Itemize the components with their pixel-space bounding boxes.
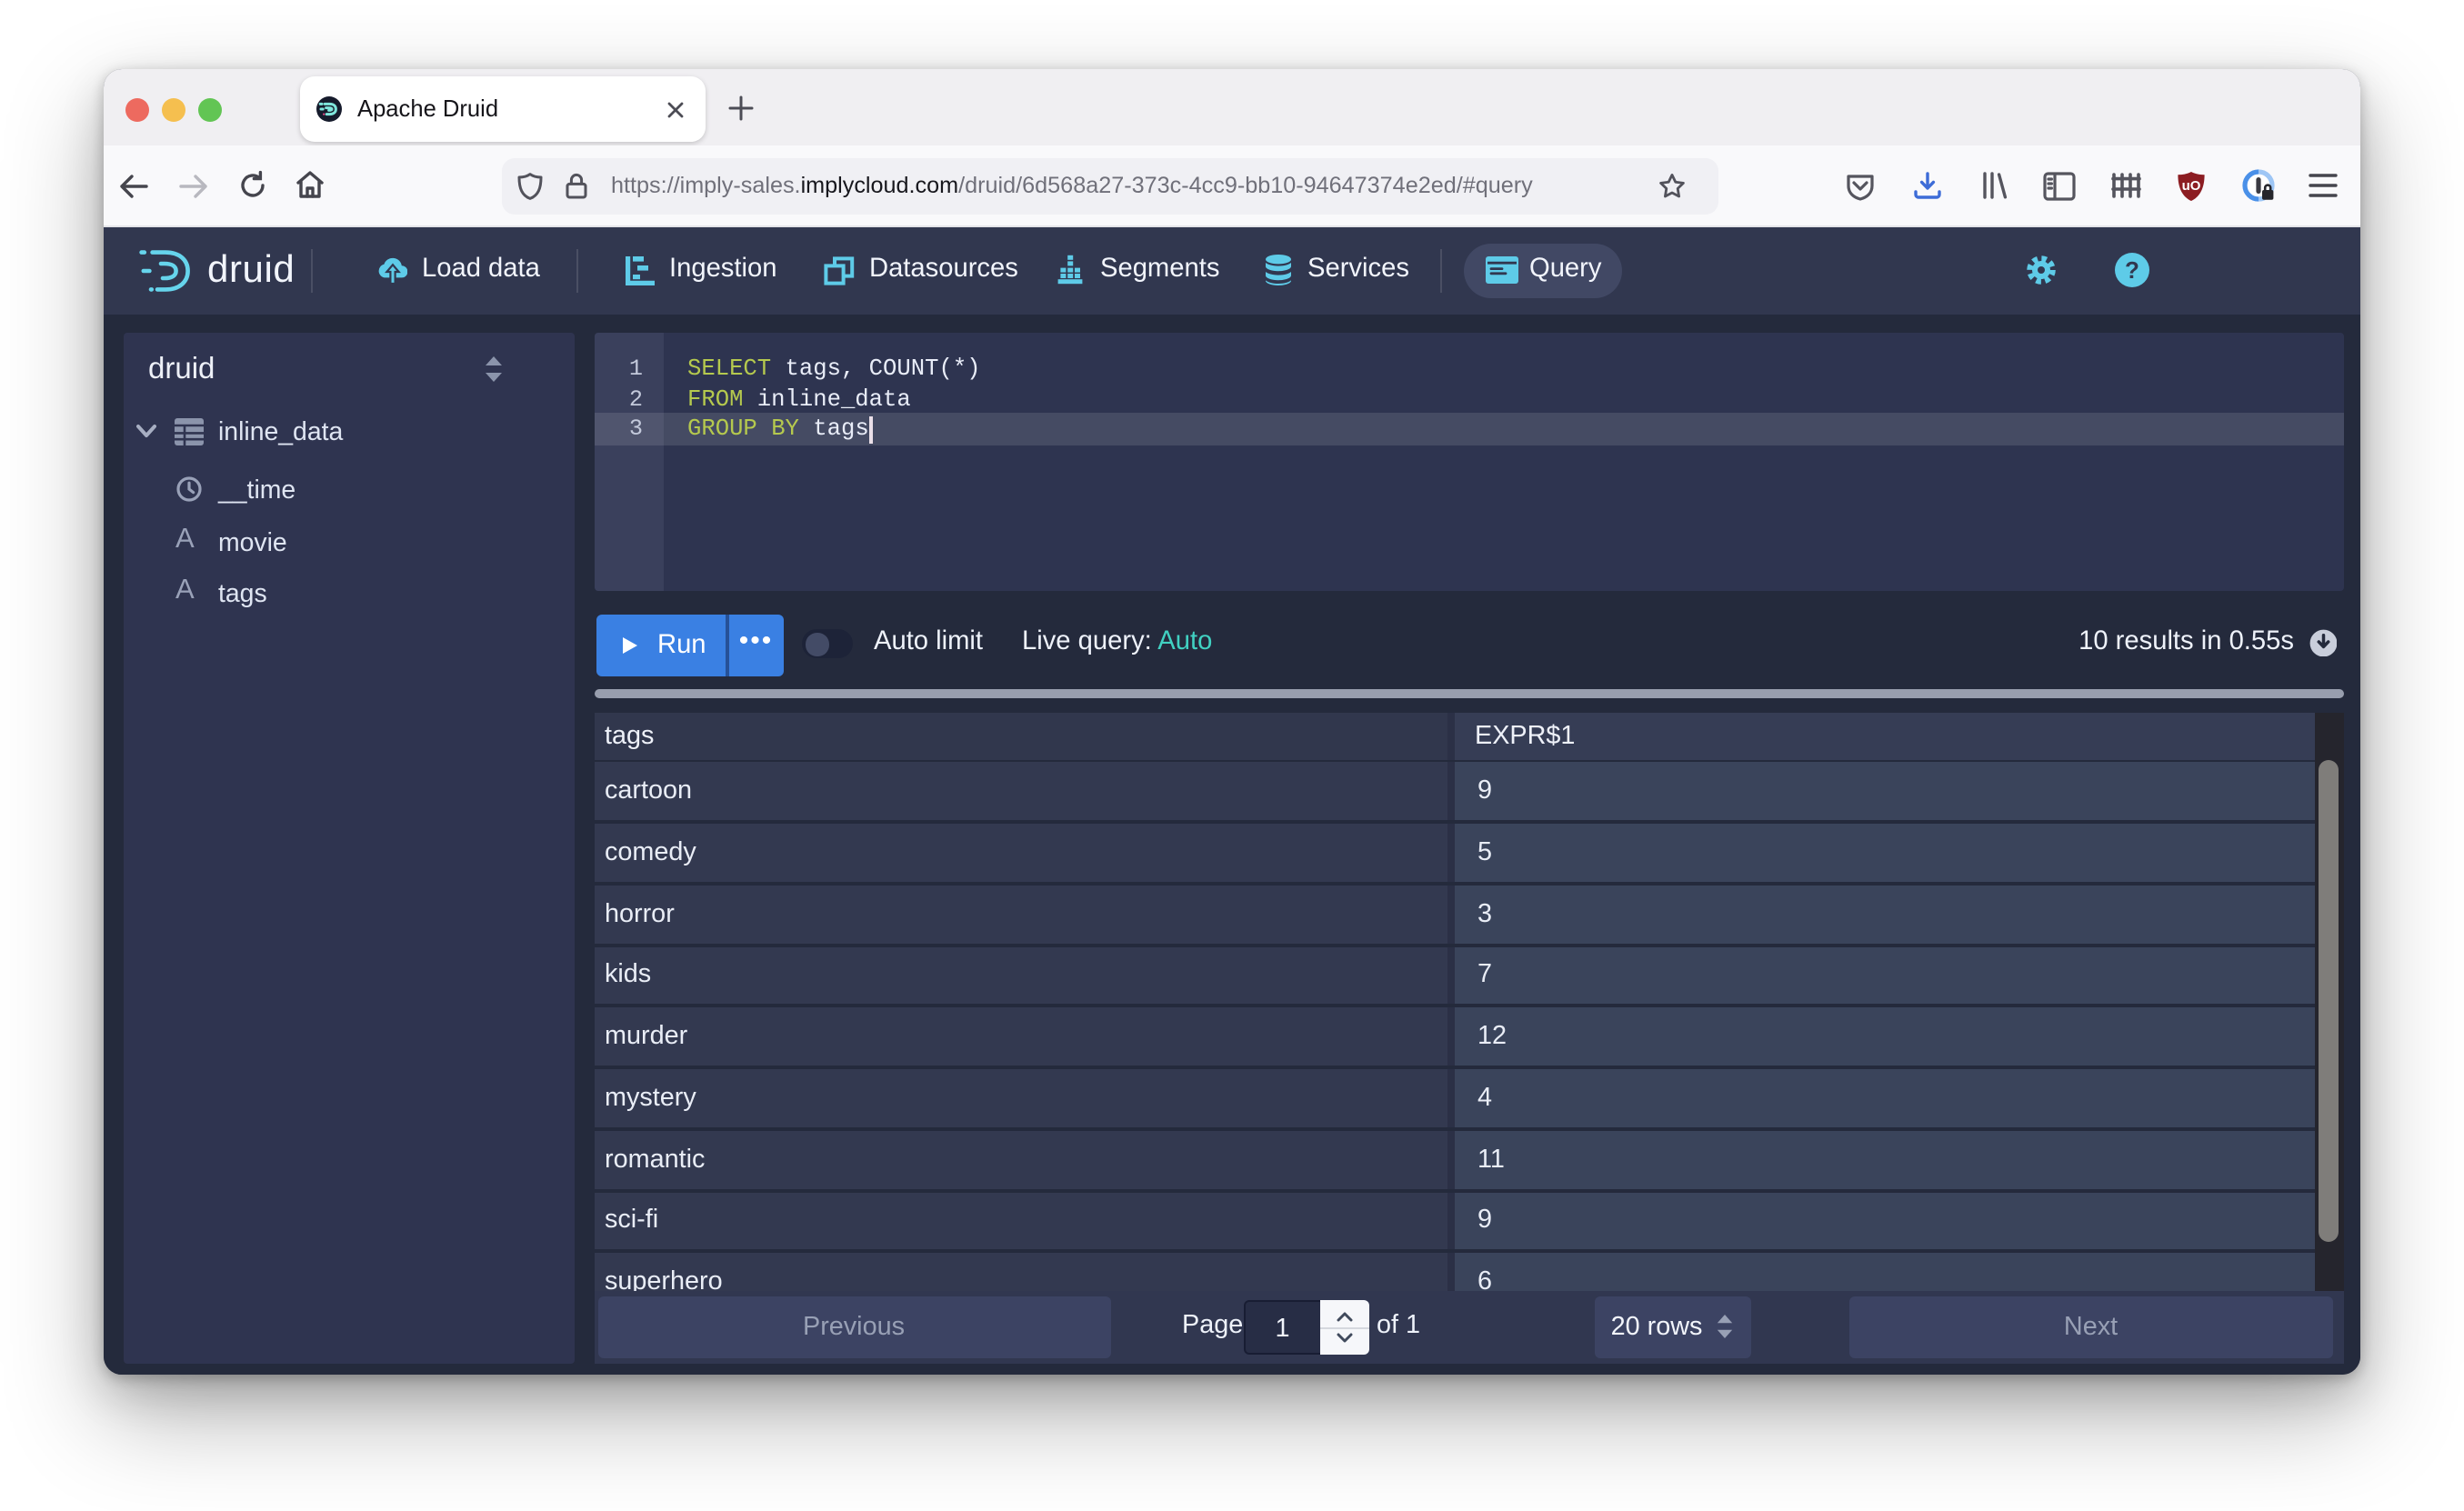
svg-text:uO: uO — [2182, 177, 2201, 193]
svg-text:?: ? — [2124, 256, 2138, 284]
